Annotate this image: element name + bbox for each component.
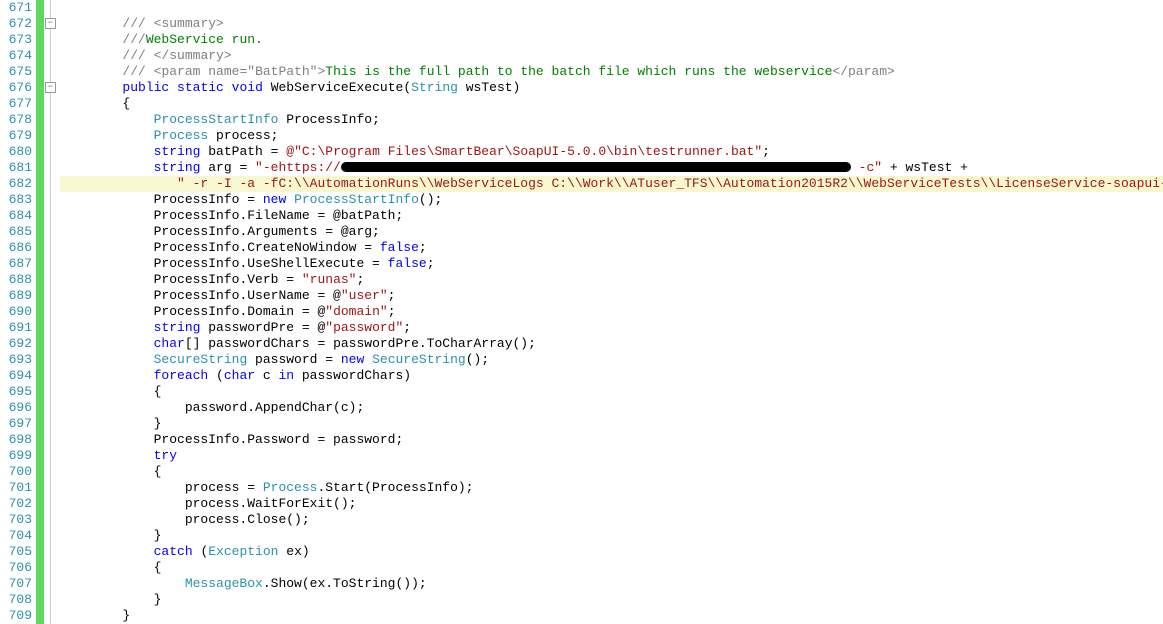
code-line[interactable]: ProcessInfo.UserName = @"user";: [60, 288, 1163, 304]
line-number: 676: [8, 80, 32, 96]
line-number: 691: [8, 320, 32, 336]
code-line[interactable]: {: [60, 96, 1163, 112]
code-line[interactable]: MessageBox.Show(ex.ToString());: [60, 576, 1163, 592]
code-line[interactable]: ProcessInfo.CreateNoWindow = false;: [60, 240, 1163, 256]
code-line[interactable]: catch (Exception ex): [60, 544, 1163, 560]
line-number: 706: [8, 560, 32, 576]
code-line[interactable]: {: [60, 560, 1163, 576]
code-line[interactable]: ///WebService run.: [60, 32, 1163, 48]
code-line[interactable]: string batPath = @"C:\Program Files\Smar…: [60, 144, 1163, 160]
line-number: 699: [8, 448, 32, 464]
line-number: 705: [8, 544, 32, 560]
line-number: 680: [8, 144, 32, 160]
code-line[interactable]: }: [60, 528, 1163, 544]
code-line[interactable]: SecureString password = new SecureString…: [60, 352, 1163, 368]
line-number: 674: [8, 48, 32, 64]
line-number: 702: [8, 496, 32, 512]
line-number: 696: [8, 400, 32, 416]
change-margin: [36, 0, 44, 624]
fold-guide: [50, 0, 51, 624]
fold-toggle-icon[interactable]: −: [45, 82, 56, 93]
code-line[interactable]: ProcessInfo.Password = password;: [60, 432, 1163, 448]
line-number: 692: [8, 336, 32, 352]
code-editor[interactable]: /// <summary> ///WebService run. /// </s…: [58, 0, 1163, 624]
code-line[interactable]: char[] passwordChars = passwordPre.ToCha…: [60, 336, 1163, 352]
code-line[interactable]: Process process;: [60, 128, 1163, 144]
code-line[interactable]: [60, 0, 1163, 16]
line-number: 700: [8, 464, 32, 480]
line-number: 671: [8, 0, 32, 16]
code-line[interactable]: string arg = "-ehttps:// -c" + wsTest +: [60, 160, 1163, 176]
line-number: 698: [8, 432, 32, 448]
line-numbers: 6716726736746756766776786796806816826836…: [0, 0, 36, 624]
line-number: 675: [8, 64, 32, 80]
line-number: 686: [8, 240, 32, 256]
line-number: 689: [8, 288, 32, 304]
line-number: 677: [8, 96, 32, 112]
editor-gutter: 6716726736746756766776786796806816826836…: [0, 0, 58, 624]
line-number: 685: [8, 224, 32, 240]
line-number: 673: [8, 32, 32, 48]
code-line[interactable]: foreach (char c in passwordChars): [60, 368, 1163, 384]
code-line[interactable]: public static void WebServiceExecute(Str…: [60, 80, 1163, 96]
line-number: 709: [8, 608, 32, 624]
code-line[interactable]: }: [60, 608, 1163, 624]
line-number: 672: [8, 16, 32, 32]
line-number: 693: [8, 352, 32, 368]
code-line[interactable]: ProcessInfo.FileName = @batPath;: [60, 208, 1163, 224]
line-number: 707: [8, 576, 32, 592]
code-line[interactable]: ProcessInfo = new ProcessStartInfo();: [60, 192, 1163, 208]
line-number: 697: [8, 416, 32, 432]
line-number: 687: [8, 256, 32, 272]
line-number: 701: [8, 480, 32, 496]
code-line[interactable]: /// </summary>: [60, 48, 1163, 64]
line-number: 679: [8, 128, 32, 144]
line-number: 708: [8, 592, 32, 608]
code-line[interactable]: password.AppendChar(c);: [60, 400, 1163, 416]
line-number: 690: [8, 304, 32, 320]
line-number: 703: [8, 512, 32, 528]
code-line[interactable]: {: [60, 464, 1163, 480]
code-line[interactable]: ProcessInfo.Domain = @"domain";: [60, 304, 1163, 320]
line-number: 682: [8, 176, 32, 192]
fold-toggle-icon[interactable]: −: [45, 18, 56, 29]
code-line[interactable]: /// <param name="BatPath">This is the fu…: [60, 64, 1163, 80]
code-line[interactable]: }: [60, 416, 1163, 432]
line-number: 688: [8, 272, 32, 288]
code-line[interactable]: try: [60, 448, 1163, 464]
code-line[interactable]: }: [60, 592, 1163, 608]
code-line[interactable]: {: [60, 384, 1163, 400]
line-number: 684: [8, 208, 32, 224]
code-line[interactable]: string passwordPre = @"password";: [60, 320, 1163, 336]
code-line[interactable]: process.WaitForExit();: [60, 496, 1163, 512]
line-number: 678: [8, 112, 32, 128]
line-number: 704: [8, 528, 32, 544]
line-number: 683: [8, 192, 32, 208]
code-line[interactable]: /// <summary>: [60, 16, 1163, 32]
code-line[interactable]: process.Close();: [60, 512, 1163, 528]
fold-gutter: −−: [44, 0, 58, 624]
line-number: 695: [8, 384, 32, 400]
line-number: 694: [8, 368, 32, 384]
line-number: 681: [8, 160, 32, 176]
redacted-text: [341, 162, 851, 172]
code-line[interactable]: ProcessInfo.Arguments = @arg;: [60, 224, 1163, 240]
code-line[interactable]: ProcessStartInfo ProcessInfo;: [60, 112, 1163, 128]
code-line[interactable]: ProcessInfo.Verb = "runas";: [60, 272, 1163, 288]
code-line[interactable]: ProcessInfo.UseShellExecute = false;: [60, 256, 1163, 272]
code-line[interactable]: process = Process.Start(ProcessInfo);: [60, 480, 1163, 496]
code-line[interactable]: " -r -I -a -fC:\\AutomationRuns\\WebServ…: [60, 176, 1163, 192]
